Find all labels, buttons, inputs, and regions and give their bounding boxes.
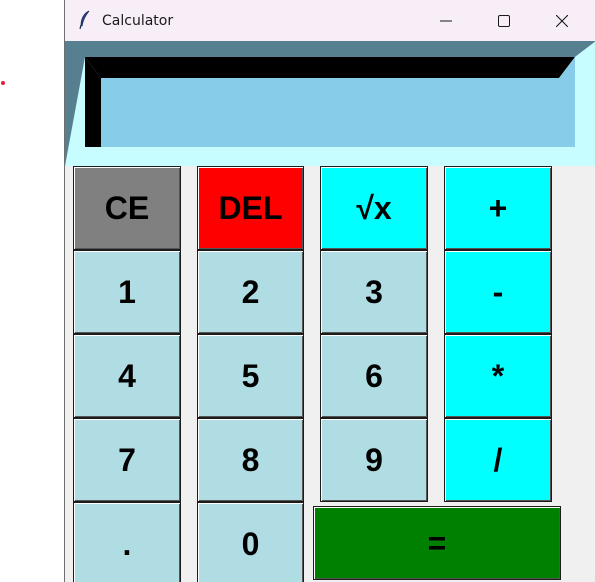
window-title: Calculator bbox=[102, 13, 174, 29]
red-dot-marker bbox=[1, 81, 5, 85]
digit-3-button[interactable]: 3 bbox=[320, 250, 428, 334]
feather-icon bbox=[78, 10, 92, 30]
close-button[interactable] bbox=[533, 0, 591, 41]
digit-2-label: 2 bbox=[241, 273, 260, 310]
digit-7-button[interactable]: 7 bbox=[73, 418, 181, 502]
maximize-button[interactable] bbox=[475, 0, 533, 41]
digit-6-button[interactable]: 6 bbox=[320, 334, 428, 418]
digit-6-label: 6 bbox=[365, 357, 383, 394]
digit-9-label: 9 bbox=[365, 441, 383, 478]
digit-1-label: 1 bbox=[118, 273, 136, 310]
display-screen bbox=[107, 78, 573, 138]
ce-label: CE bbox=[104, 189, 150, 226]
digit-3-label: 3 bbox=[365, 273, 383, 310]
screen: Calculator CE DEL √x + 1 2 3 - 4 5 6 * 7… bbox=[0, 0, 595, 582]
del-button[interactable]: DEL bbox=[197, 166, 304, 250]
multiply-label: * bbox=[491, 357, 505, 394]
multiply-button[interactable]: * bbox=[444, 334, 552, 418]
divide-button[interactable]: / bbox=[444, 418, 552, 502]
digit-8-label: 8 bbox=[241, 441, 260, 478]
digit-8-button[interactable]: 8 bbox=[197, 418, 304, 502]
del-label: DEL bbox=[218, 189, 283, 226]
title-bar[interactable]: Calculator bbox=[65, 0, 595, 41]
digit-4-label: 4 bbox=[118, 357, 136, 394]
plus-label: + bbox=[488, 189, 508, 226]
decimal-label: . bbox=[122, 525, 132, 562]
sqrt-label: √x bbox=[356, 189, 392, 226]
minus-button[interactable]: - bbox=[444, 250, 552, 334]
sqrt-button[interactable]: √x bbox=[320, 166, 428, 250]
calculator-window: Calculator CE DEL √x + 1 2 3 - 4 5 6 * 7… bbox=[64, 0, 595, 582]
minus-label: - bbox=[492, 273, 504, 310]
divide-label: / bbox=[493, 441, 503, 478]
equals-label: = bbox=[427, 524, 447, 561]
plus-button[interactable]: + bbox=[444, 166, 552, 250]
digit-4-button[interactable]: 4 bbox=[73, 334, 181, 418]
close-icon bbox=[556, 14, 568, 27]
ce-button[interactable]: CE bbox=[73, 166, 181, 250]
minimize-button[interactable] bbox=[417, 0, 475, 41]
digit-2-button[interactable]: 2 bbox=[197, 250, 304, 334]
equals-button[interactable]: = bbox=[313, 506, 561, 580]
minimize-icon bbox=[440, 15, 452, 27]
digit-0-button[interactable]: 0 bbox=[197, 502, 304, 582]
decimal-button[interactable]: . bbox=[73, 502, 181, 582]
digit-5-label: 5 bbox=[241, 357, 260, 394]
digit-0-label: 0 bbox=[241, 525, 260, 562]
digit-1-button[interactable]: 1 bbox=[73, 250, 181, 334]
digit-5-button[interactable]: 5 bbox=[197, 334, 304, 418]
maximize-icon bbox=[498, 14, 510, 27]
digit-7-label: 7 bbox=[118, 441, 136, 478]
digit-9-button[interactable]: 9 bbox=[320, 418, 428, 502]
